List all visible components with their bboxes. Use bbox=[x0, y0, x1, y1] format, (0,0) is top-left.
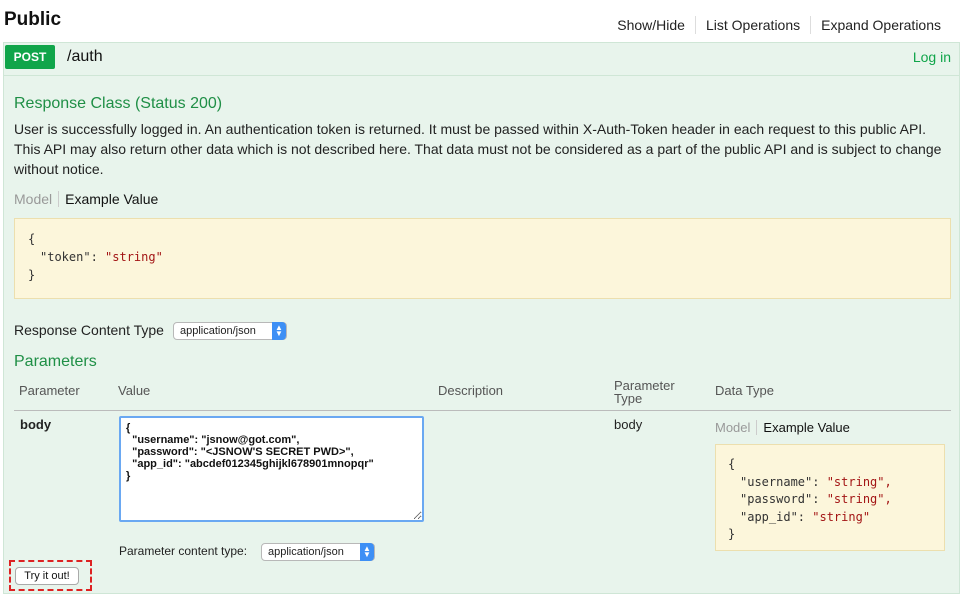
example-value-tab[interactable]: Example Value bbox=[59, 191, 158, 207]
param-name: body bbox=[20, 417, 52, 432]
http-method-badge[interactable]: POST bbox=[5, 45, 55, 69]
response-example-block: { "token": "string" } bbox=[14, 218, 951, 299]
param-model-tab[interactable]: Model bbox=[715, 420, 758, 435]
json-key: "password" bbox=[740, 492, 813, 506]
param-type-value: body bbox=[614, 417, 643, 432]
json-value: "string", bbox=[826, 474, 892, 489]
operation-path[interactable]: /auth bbox=[67, 48, 103, 66]
json-close-brace: } bbox=[728, 527, 736, 541]
param-example-block: { "username": "string", "password": "str… bbox=[715, 444, 945, 551]
list-operations-link[interactable]: List Operations bbox=[694, 16, 810, 34]
response-content-type-select[interactable]: application/json ▲ ▼ bbox=[173, 322, 287, 340]
parameters-heading: Parameters bbox=[14, 353, 97, 370]
json-key: "username" bbox=[740, 474, 813, 489]
json-key: "app_id" bbox=[740, 509, 798, 524]
param-content-type-label: Parameter content type: bbox=[119, 544, 248, 558]
operation-header[interactable]: POST /auth Log in bbox=[4, 43, 959, 76]
section-title: Public bbox=[4, 9, 62, 30]
json-open-brace: { bbox=[28, 232, 36, 246]
show-hide-link[interactable]: Show/Hide bbox=[607, 16, 695, 34]
json-open-brace: { bbox=[728, 457, 736, 471]
col-data-type: Data Type bbox=[715, 383, 775, 398]
col-parameter-type: Parameter Type bbox=[614, 378, 675, 406]
json-value: "string" bbox=[812, 509, 871, 524]
col-description: Description bbox=[438, 383, 504, 398]
param-content-type-value: application/json bbox=[268, 546, 344, 558]
table-divider bbox=[14, 410, 951, 411]
json-value: "string" bbox=[105, 250, 163, 264]
param-content-type-select[interactable]: application/json ▲ ▼ bbox=[261, 543, 375, 561]
json-key: "token" bbox=[40, 250, 91, 264]
json-close-brace: } bbox=[28, 268, 36, 282]
response-content-type-value: application/json bbox=[180, 325, 256, 337]
json-value: "string", bbox=[826, 492, 892, 506]
response-class-heading: Response Class (Status 200) bbox=[14, 95, 223, 112]
response-description: User is successfully logged in. An authe… bbox=[14, 121, 942, 177]
login-link[interactable]: Log in bbox=[913, 49, 951, 65]
response-content-type-label: Response Content Type bbox=[14, 322, 164, 338]
param-model-tabs: Model Example Value bbox=[715, 420, 850, 435]
body-param-textarea[interactable] bbox=[119, 416, 424, 522]
param-example-value-tab[interactable]: Example Value bbox=[757, 420, 849, 435]
try-it-out-button[interactable]: Try it out! bbox=[15, 567, 79, 585]
select-arrows-icon: ▲ ▼ bbox=[272, 322, 286, 340]
operation-panel: POST /auth Log in Response Class (Status… bbox=[3, 42, 960, 594]
select-arrows-icon: ▲ ▼ bbox=[360, 543, 374, 561]
col-parameter: Parameter bbox=[19, 383, 80, 398]
expand-operations-link[interactable]: Expand Operations bbox=[810, 16, 951, 34]
col-value: Value bbox=[118, 383, 151, 398]
model-tab[interactable]: Model bbox=[14, 191, 60, 207]
response-model-tabs: Model Example Value bbox=[14, 191, 158, 207]
header-links: Show/Hide List Operations Expand Operati… bbox=[607, 16, 951, 34]
